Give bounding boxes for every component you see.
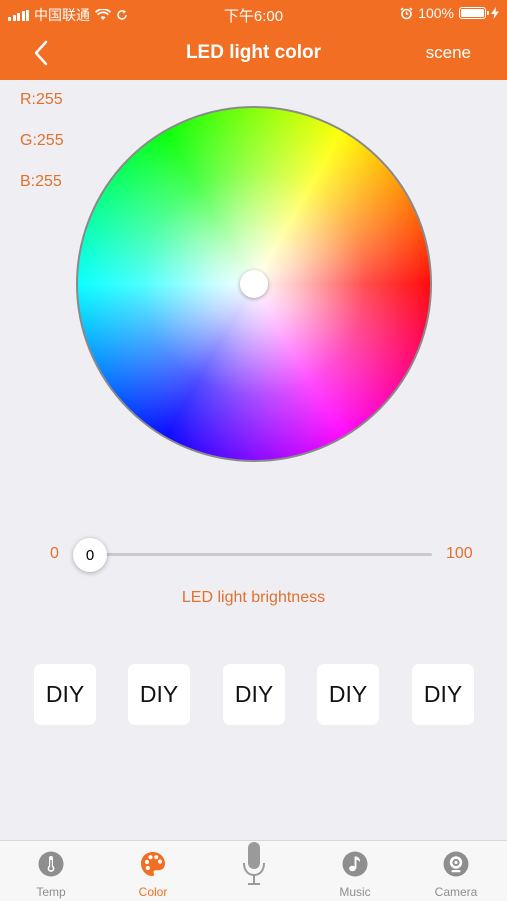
diy-button-1[interactable]: DIY <box>34 664 96 725</box>
diy-button-4[interactable]: DIY <box>317 664 379 725</box>
diy-button-5[interactable]: DIY <box>412 664 474 725</box>
tab-camera[interactable]: Camera <box>416 841 496 901</box>
microphone-icon <box>243 842 265 885</box>
charging-icon <box>491 7 499 19</box>
brightness-label: LED light brightness <box>181 589 326 606</box>
alarm-icon <box>400 6 413 19</box>
tab-music[interactable]: Music <box>315 841 395 901</box>
palette-icon <box>141 852 165 876</box>
blue-value: B:255 <box>20 173 62 190</box>
red-value: R:255 <box>20 91 63 108</box>
thermometer-icon <box>38 851 64 877</box>
battery-percent: 100% <box>418 5 454 21</box>
green-value: G:255 <box>20 132 64 149</box>
color-picker-handle[interactable] <box>240 270 268 298</box>
tab-temp-label: Temp <box>36 885 66 899</box>
tab-camera-label: Camera <box>434 885 478 899</box>
brightness-slider-thumb[interactable]: 0 <box>73 538 107 572</box>
music-note-icon <box>342 851 368 877</box>
tab-color[interactable]: Color <box>113 841 193 901</box>
scene-button[interactable]: scene <box>426 43 471 63</box>
color-wheel-container <box>76 106 432 462</box>
tab-bar: Temp Color Music Camera <box>0 840 507 901</box>
nav-bar: LED light color scene <box>0 30 507 76</box>
battery-icon <box>459 7 489 19</box>
diy-button-2[interactable]: DIY <box>128 664 190 725</box>
tab-temp[interactable]: Temp <box>11 841 91 901</box>
header-bar: 中国联通 下午6:00 100% LED light color scene <box>0 0 507 80</box>
brightness-slider-track[interactable] <box>92 553 432 556</box>
tab-color-label: Color <box>138 885 168 899</box>
brightness-min-label: 0 <box>50 545 59 562</box>
brightness-max-label: 100 <box>446 545 473 562</box>
tab-voice[interactable] <box>214 841 294 901</box>
camera-icon <box>443 851 469 877</box>
tab-music-label: Music <box>339 885 371 899</box>
diy-button-3[interactable]: DIY <box>223 664 285 725</box>
status-bar: 中国联通 下午6:00 100% <box>0 0 507 28</box>
